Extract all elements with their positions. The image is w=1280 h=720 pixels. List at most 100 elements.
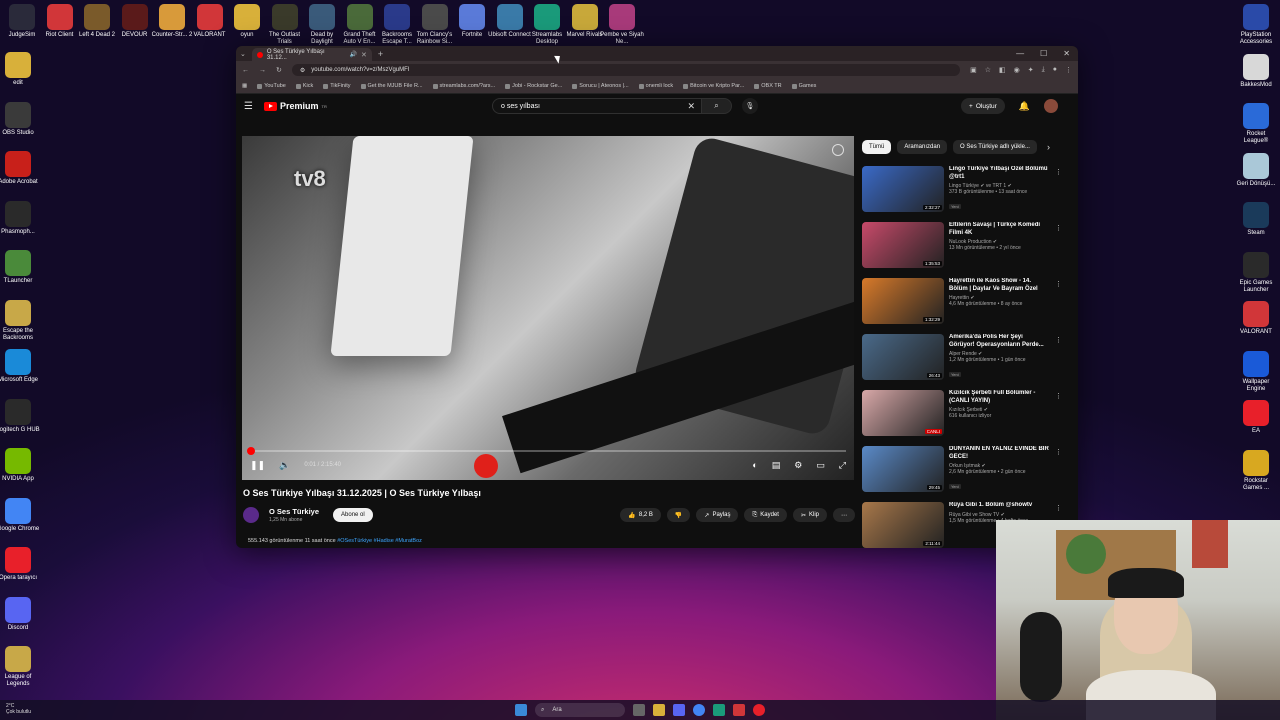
share-button[interactable]: ↗ Paylaş [696,508,739,522]
recommendation-thumbnail[interactable]: 26:43 [862,334,944,380]
notifications-bell-icon[interactable]: 🔔 [1019,101,1030,112]
search-button[interactable]: ⌕ [702,98,732,114]
recommendation-menu-icon[interactable]: ⋮ [1055,336,1062,344]
recommendation-title[interactable]: Lingo Türkiye Yılbaşı Özel Bölümü @trt1 [949,166,1050,181]
search-input[interactable]: o ses yılbası ✕ [492,98,702,114]
filter-chip[interactable]: Aramanızdan [897,140,948,154]
tab-menu-icon[interactable]: ⌄ [240,50,246,58]
desktop-right-shortcut-3[interactable]: Geri Dönüşü... [1234,152,1278,188]
recommendation-menu-icon[interactable]: ⋮ [1055,448,1062,456]
desktop-right-shortcut-2[interactable]: Rocket League® [1234,103,1278,145]
opera-taskbar-icon[interactable] [753,704,765,716]
taskbar-search[interactable]: ⌕ Ara [535,703,625,717]
bookmark-item[interactable]: TikFinity [323,83,351,89]
bookmark-item[interactable]: streamlabs.com/?ars... [432,83,495,89]
desktop-left-shortcut-8[interactable]: NVIDIA App [0,448,40,483]
recommendation-item[interactable]: CANLI Kızılcık Şerbeti Full Bölümler - (C… [862,390,1062,442]
recommendation-item[interactable]: 29:45 DÜNYANIN EN YALNIZ EVİNDE BİR GECE!… [862,446,1062,498]
extension-icon-2[interactable]: ◉ [1014,66,1020,74]
downloads-icon[interactable]: ⤓ [1042,66,1045,74]
recommendation-menu-icon[interactable]: ⋮ [1055,168,1062,176]
bookmark-item[interactable]: Get the MJUB File R... [360,83,423,89]
close-window-icon[interactable]: ✕ [1063,49,1070,58]
recommendation-thumbnail[interactable]: 2:11:44 [862,502,944,548]
discord-taskbar-icon[interactable] [673,704,685,716]
bookmark-item[interactable]: Jobi - Rockstar Ge... [505,83,562,89]
chrome-taskbar-icon[interactable] [693,704,705,716]
lens-icon[interactable] [832,144,844,156]
maximize-icon[interactable]: ☐ [1040,49,1047,58]
recommendation-title[interactable]: Rüya Gibi 1. Bölüm @showtv [949,502,1050,510]
minimize-icon[interactable]: — [1016,49,1024,58]
settings-gear-icon[interactable]: ⚙ [794,460,802,471]
url-field[interactable]: ⚙ youtube.com/watch?v=z/MszVguMFI [291,64,961,76]
tab-close-icon[interactable]: ✕ [361,51,367,59]
voice-search-button[interactable]: 🎙 [742,98,758,114]
like-button[interactable]: 👍 8,2 B [620,508,661,522]
hashtags[interactable]: #OSesTürkiye #Hadise #MuratBoz [337,538,422,544]
bookmark-item[interactable]: Sorucu | Ateonos |... [572,83,629,89]
account-avatar[interactable] [1044,99,1058,113]
video-player[interactable]: tv8 ❚❚ 🔈 0:01 / 2:15:40 ◐ ▤ ⚙ ▭ ⤢ [242,136,854,480]
clear-search-icon[interactable]: ✕ [687,101,695,112]
desktop-right-shortcut-8[interactable]: EA [1234,400,1278,435]
cast-icon[interactable]: ▣ [970,66,977,74]
youtube-logo[interactable]: Premium TR [264,101,327,111]
desktop-left-shortcut-9[interactable]: Google Chrome [0,497,40,533]
bookmark-item[interactable]: Kick [295,83,313,89]
desktop-right-shortcut-1[interactable]: BakkesMod [1234,53,1278,89]
subscribe-button[interactable]: Abone ol [333,508,373,522]
desktop-left-shortcut-4[interactable]: TLauncher [0,250,40,285]
file-explorer-icon[interactable] [653,704,665,716]
browser-menu-icon[interactable]: ⋮ [1065,66,1072,74]
desktop-left-shortcut-3[interactable]: Phasmoph... [0,200,40,236]
desktop-right-shortcut-6[interactable]: VALORANT [1234,301,1278,336]
desktop-right-shortcut-5[interactable]: Epic Games Launcher [1234,251,1278,294]
recommendation-thumbnail[interactable]: 1:35:53 [862,222,944,268]
desktop-right-shortcut-0[interactable]: PlayStation Accessories [1234,4,1278,46]
weather-widget[interactable]: 2°C Çok bulutlu [6,703,31,715]
recommendation-thumbnail[interactable]: 2:32:27 [862,166,944,212]
bookmark-item[interactable]: Bitcoin ve Kripto Par... [683,83,744,89]
desktop-left-shortcut-2[interactable]: Adobe Acrobat [0,151,40,186]
desktop-right-shortcut-9[interactable]: Rockstar Games ... [1234,449,1278,492]
recommendation-menu-icon[interactable]: ⋮ [1055,504,1062,512]
filter-chip[interactable]: Tümü [862,140,892,154]
forward-icon[interactable]: → [259,67,266,74]
desktop-left-shortcut-10[interactable]: Opera tarayıcı [0,547,40,582]
streamlabs-taskbar-icon[interactable] [713,704,725,716]
bookmark-item[interactable]: onemli lock [638,83,673,89]
desktop-left-shortcut-6[interactable]: Microsoft Edge [0,349,40,384]
recommendation-menu-icon[interactable]: ⋮ [1055,224,1062,232]
bookmark-star-icon[interactable]: ☆ [985,66,991,74]
recommendation-title[interactable]: Eltilerin Savaşı | Türkçe Komedi Filmi 4… [949,222,1050,237]
channel-name[interactable]: O Ses Türkiye [269,507,319,516]
desktop-left-shortcut-12[interactable]: League of Legends [0,646,40,688]
tab-audio-icon[interactable]: 🔊 [350,51,357,58]
task-view-icon[interactable] [633,704,645,716]
desktop-shortcut-16[interactable]: Pembe ve Siyah Ne... [600,4,644,46]
channel-avatar[interactable] [243,507,259,523]
recommendation-item[interactable]: 1:32:29 Hayrettin ile Kaos Show - 14. Böl… [862,278,1062,330]
riot-taskbar-icon[interactable] [733,704,745,716]
desktop-left-shortcut-5[interactable]: Escape the Backrooms [0,299,40,342]
browser-tab-active[interactable]: O Ses Türkiye Yılbaşı 31.12... 🔊 ✕ [251,48,372,61]
back-icon[interactable]: ← [242,67,249,74]
hamburger-menu-icon[interactable]: ☰ [244,101,264,112]
bookmark-item[interactable]: YouTube [257,83,286,89]
desktop-right-shortcut-7[interactable]: Wallpaper Engine [1234,350,1278,393]
subtitles-icon[interactable]: ▤ [772,460,781,471]
save-button[interactable]: ⎘ Kaydet [744,508,787,522]
autoplay-toggle-icon[interactable]: ◐ [752,460,757,471]
clip-button[interactable]: ✂ Klip [792,508,827,522]
recommendation-menu-icon[interactable]: ⋮ [1055,392,1062,400]
recommendation-thumbnail[interactable]: 1:32:29 [862,278,944,324]
progress-scrubber[interactable] [247,447,256,455]
recommendation-item[interactable]: 2:32:27 Lingo Türkiye Yılbaşı Özel Bölümü… [862,166,1062,218]
recommendation-title[interactable]: Amerika'da Polis Her Şeyi Görüyor! Opera… [949,334,1050,349]
extensions-puzzle-icon[interactable]: ✦ [1028,66,1034,74]
new-tab-button[interactable]: + [378,49,383,59]
recommendation-thumbnail[interactable]: 29:45 [862,446,944,492]
start-windows-icon[interactable] [515,704,527,716]
miniplayer-icon[interactable]: ▭ [816,460,825,471]
